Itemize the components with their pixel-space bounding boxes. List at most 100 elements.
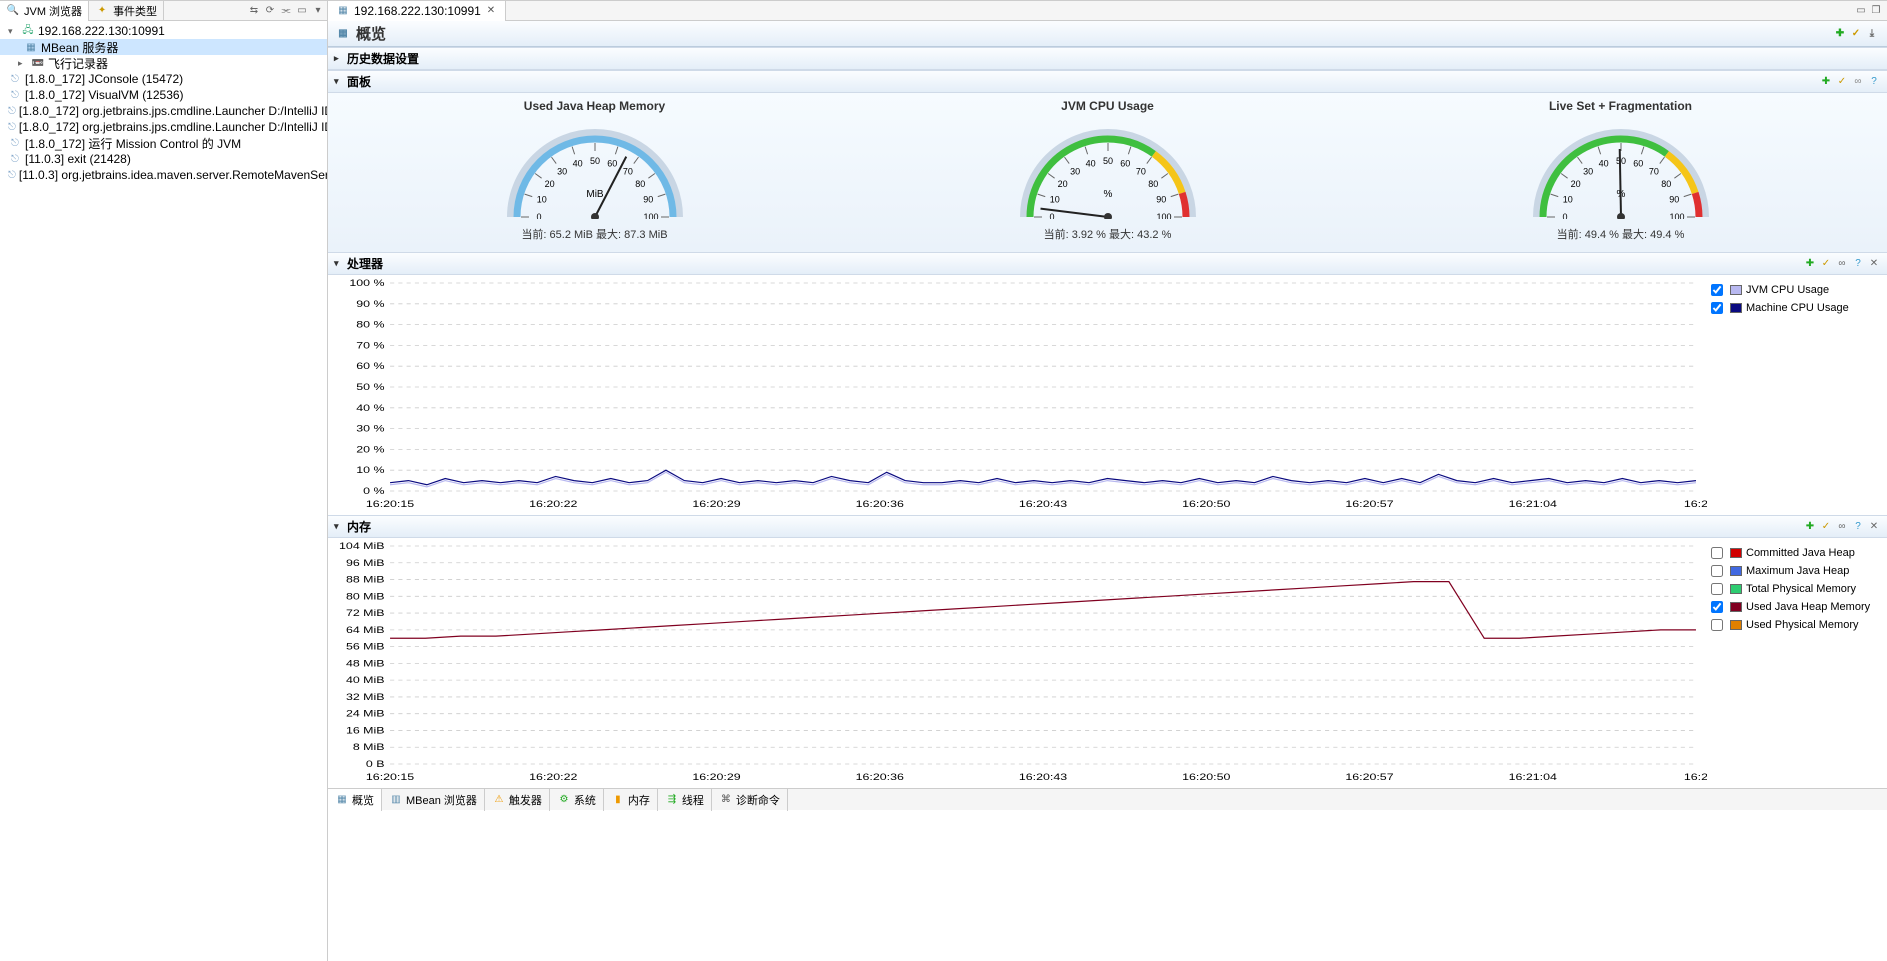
section-cpu[interactable]: ▾ 处理器 ✚ ✓ ∞ ? ✕ xyxy=(328,252,1887,275)
tree-label: [1.8.0_172] VisualVM (12536) xyxy=(25,88,184,102)
link-icon[interactable]: ⫘ xyxy=(279,4,293,18)
svg-text:40 MiB: 40 MiB xyxy=(346,676,385,686)
link-icon[interactable]: ∞ xyxy=(1835,520,1849,534)
btab-label: 概览 xyxy=(352,792,374,808)
add-icon[interactable]: ✚ xyxy=(1819,75,1833,89)
refresh-icon[interactable]: ⟳ xyxy=(263,4,277,18)
help-icon[interactable]: ? xyxy=(1851,520,1865,534)
tree-label: [1.8.0_172] org.jetbrains.jps.cmdline.La… xyxy=(19,104,327,118)
svg-text:70: 70 xyxy=(622,167,632,177)
add-icon[interactable]: ✚ xyxy=(1803,257,1817,271)
terminal-icon: ⌘ xyxy=(719,793,733,807)
svg-text:%: % xyxy=(1103,189,1112,200)
legend-checkbox[interactable] xyxy=(1711,619,1723,631)
tab-jvm-browser[interactable]: 🔍 JVM 浏览器 xyxy=(0,1,89,21)
section-memory[interactable]: ▾ 内存 ✚ ✓ ∞ ? ✕ xyxy=(328,515,1887,538)
svg-text:16:20:22: 16:20:22 xyxy=(529,773,577,783)
add-icon[interactable]: ✚ xyxy=(1803,520,1817,534)
legend-swatch xyxy=(1730,548,1742,558)
tree-root[interactable]: ▾ 🖧 192.168.222.130:10991 xyxy=(0,23,327,39)
legend-item[interactable]: Committed Java Heap xyxy=(1707,544,1881,562)
svg-text:40: 40 xyxy=(572,159,582,169)
tab-event-types[interactable]: ✦ 事件类型 xyxy=(89,1,164,21)
threads-icon: ⇶ xyxy=(665,793,679,807)
minimize-icon[interactable]: ▭ xyxy=(295,4,309,18)
svg-text:30 %: 30 % xyxy=(356,424,385,434)
tree-jvm-item[interactable]: ⎋ [11.0.3] org.jetbrains.idea.maven.serv… xyxy=(0,167,327,183)
btab-memory[interactable]: ▮ 内存 xyxy=(604,789,658,811)
config-icon[interactable]: ✓ xyxy=(1819,257,1833,271)
tree-recorder[interactable]: ▸ 📼 飞行记录器 xyxy=(0,55,327,71)
legend-checkbox[interactable] xyxy=(1711,302,1723,314)
tree-jvm-item[interactable]: ⎋ [1.8.0_172] org.jetbrains.jps.cmdline.… xyxy=(0,103,327,119)
svg-text:0: 0 xyxy=(1562,212,1567,219)
memory-icon: ▮ xyxy=(611,793,625,807)
section-history[interactable]: ▸ 历史数据设置 xyxy=(328,47,1887,70)
tree-expand-icon[interactable]: ⇆ xyxy=(247,4,261,18)
config-icon[interactable]: ✓ xyxy=(1819,520,1833,534)
bottom-tabs: ▦ 概览 ▥ MBean 浏览器 ⚠ 触发器 ⚙ 系统 ▮ 内存 ⇶ 线程 xyxy=(328,788,1887,810)
legend-item[interactable]: Used Java Heap Memory xyxy=(1707,598,1881,616)
section-panel[interactable]: ▾ 面板 ✚ ✓ ∞ ? xyxy=(328,70,1887,93)
link-icon[interactable]: ∞ xyxy=(1835,257,1849,271)
monitor-icon: ▦ xyxy=(336,4,350,18)
btab-mbean[interactable]: ▥ MBean 浏览器 xyxy=(382,789,485,811)
btab-overview[interactable]: ▦ 概览 xyxy=(328,789,382,811)
tree-label: [1.8.0_172] 运行 Mission Control 的 JVM xyxy=(25,135,241,152)
legend-checkbox[interactable] xyxy=(1711,565,1723,577)
tree-jvm-item[interactable]: ⎋ [1.8.0_172] VisualVM (12536) xyxy=(0,87,327,103)
btab-label: 系统 xyxy=(574,792,596,808)
legend-label: Total Physical Memory xyxy=(1746,583,1856,595)
tree-jvm-item[interactable]: ⎋ [1.8.0_172] JConsole (15472) xyxy=(0,71,327,87)
help-icon[interactable]: ? xyxy=(1851,257,1865,271)
close-icon[interactable]: ✕ xyxy=(1867,257,1881,271)
svg-text:10: 10 xyxy=(536,195,546,205)
legend-item[interactable]: Maximum Java Heap xyxy=(1707,562,1881,580)
svg-text:16:20:15: 16:20:15 xyxy=(366,773,414,783)
expand-icon[interactable]: ▾ xyxy=(8,26,18,37)
svg-text:16:20:29: 16:20:29 xyxy=(692,773,740,783)
legend-item[interactable]: Used Physical Memory xyxy=(1707,616,1881,634)
tree-jvm-item[interactable]: ⎋ [1.8.0_172] 运行 Mission Control 的 JVM xyxy=(0,135,327,151)
svg-text:104 MiB: 104 MiB xyxy=(339,542,384,552)
jvm-node-icon: ⎋ xyxy=(8,152,22,166)
legend-checkbox[interactable] xyxy=(1711,583,1723,595)
close-icon[interactable]: ✕ xyxy=(485,5,497,16)
add-icon[interactable]: ✚ xyxy=(1833,27,1847,41)
expand-icon[interactable]: ▸ xyxy=(18,58,28,69)
export-icon[interactable]: ⤓ xyxy=(1865,27,1879,41)
link-icon[interactable]: ∞ xyxy=(1851,75,1865,89)
reset-icon[interactable]: ✓ xyxy=(1849,27,1863,41)
btab-diag[interactable]: ⌘ 诊断命令 xyxy=(712,789,788,811)
gauge-stats: 当前: 3.92 % 最大: 43.2 % xyxy=(1013,226,1203,242)
overview-icon: ▦ xyxy=(336,27,350,41)
legend-item[interactable]: Total Physical Memory xyxy=(1707,580,1881,598)
tree-label: [1.8.0_172] org.jetbrains.jps.cmdline.La… xyxy=(19,120,327,134)
legend-checkbox[interactable] xyxy=(1711,284,1723,296)
btab-triggers[interactable]: ⚠ 触发器 xyxy=(485,789,550,811)
svg-text:20 %: 20 % xyxy=(356,445,385,455)
legend-checkbox[interactable] xyxy=(1711,547,1723,559)
legend-swatch xyxy=(1730,303,1742,313)
recorder-icon: 📼 xyxy=(31,56,45,70)
minimize-icon[interactable]: ▭ xyxy=(1854,4,1868,18)
tree-jvm-item[interactable]: ⎋ [11.0.3] exit (21428) xyxy=(0,151,327,167)
restore-icon[interactable]: ❐ xyxy=(1869,4,1883,18)
svg-text:30: 30 xyxy=(1583,167,1593,177)
jvm-node-icon: ⎋ xyxy=(8,104,16,118)
legend-checkbox[interactable] xyxy=(1711,601,1723,613)
config-icon[interactable]: ✓ xyxy=(1835,75,1849,89)
menu-icon[interactable]: ▾ xyxy=(311,4,325,18)
btab-system[interactable]: ⚙ 系统 xyxy=(550,789,604,811)
legend-item[interactable]: Machine CPU Usage xyxy=(1707,299,1881,317)
svg-text:60: 60 xyxy=(1633,159,1643,169)
close-icon[interactable]: ✕ xyxy=(1867,520,1881,534)
mbean-icon: ▦ xyxy=(24,40,38,54)
tree-mbean[interactable]: ▦ MBean 服务器 xyxy=(0,39,327,55)
tree-jvm-item[interactable]: ⎋ [1.8.0_172] org.jetbrains.jps.cmdline.… xyxy=(0,119,327,135)
btab-threads[interactable]: ⇶ 线程 xyxy=(658,789,712,811)
editor-tab[interactable]: ▦ 192.168.222.130:10991 ✕ xyxy=(328,1,506,21)
warning-icon: ⚠ xyxy=(492,793,506,807)
legend-item[interactable]: JVM CPU Usage xyxy=(1707,281,1881,299)
help-icon[interactable]: ? xyxy=(1867,75,1881,89)
